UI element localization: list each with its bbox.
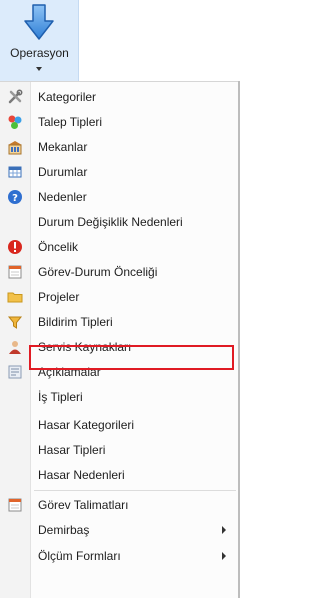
highlight-annotation-box: [29, 345, 234, 370]
folder-icon: [7, 292, 23, 303]
menu-item-label: Ölçüm Formları: [38, 549, 121, 563]
arrow-down-icon: [24, 4, 54, 40]
note-icon: [8, 365, 22, 379]
menu-item-gorev-durum-onceligi[interactable]: Görev-Durum Önceliği: [0, 261, 236, 283]
menu-item-hasar-kategorileri[interactable]: Hasar Kategorileri: [0, 414, 236, 436]
person-icon: [9, 341, 21, 354]
menu-item-olcum-formlari[interactable]: Ölçüm Formları: [0, 545, 236, 567]
svg-text:?: ?: [12, 193, 18, 204]
menu-item-label: Bildirim Tipleri: [38, 315, 113, 329]
menu-item-label: Demirbaş: [38, 523, 90, 537]
menu-shadow-border: [238, 81, 240, 598]
calendar-icon: [8, 265, 22, 279]
menu-item-demirbas[interactable]: Demirbaş: [0, 519, 236, 541]
help-icon: ?: [8, 190, 22, 204]
menu-item-is-tipleri[interactable]: İş Tipleri: [0, 386, 236, 408]
menu-separator: [34, 490, 236, 491]
menu-item-hasar-tipleri[interactable]: Hasar Tipleri: [0, 439, 236, 461]
menu-item-oncelik[interactable]: Öncelik: [0, 236, 236, 258]
menu-item-kategoriler[interactable]: Kategoriler: [0, 86, 236, 108]
menu-item-label: Hasar Kategorileri: [38, 418, 135, 432]
menu-item-label: Hasar Nedenleri: [38, 468, 125, 482]
menu-item-label: Mekanlar: [38, 140, 88, 154]
submenu-arrow-icon: [222, 526, 226, 534]
building-icon: [8, 141, 22, 155]
menu-item-mekanlar[interactable]: Mekanlar: [0, 136, 236, 158]
menu-item-hasar-nedenleri[interactable]: Hasar Nedenleri: [0, 464, 236, 486]
menu-item-talep-tipleri[interactable]: Talep Tipleri: [0, 111, 236, 133]
funnel-icon: [7, 316, 23, 329]
menu-item-label: Projeler: [38, 290, 80, 304]
menu-item-label: Hasar Tipleri: [38, 443, 106, 457]
shapes-icon: [8, 115, 22, 129]
operasyon-label: Operasyon: [10, 46, 69, 60]
menu-item-label: Durumlar: [38, 165, 88, 179]
exclamation-icon: [8, 240, 22, 254]
menu-item-label: Nedenler: [38, 190, 87, 204]
operasyon-dropdown-menu: Kategoriler Talep Tipleri Mekanlar Durum…: [0, 81, 240, 598]
menu-item-label: Talep Tipleri: [38, 115, 103, 129]
list-icon: [8, 498, 22, 512]
menu-item-label: İş Tipleri: [38, 390, 83, 404]
dropdown-caret-icon: [36, 67, 42, 71]
menu-item-durum-degisiklik-nedenleri[interactable]: Durum Değişiklik Nedenleri: [0, 211, 236, 233]
menu-item-gorev-talimatlari[interactable]: Görev Talimatları: [0, 494, 236, 516]
menu-item-nedenler[interactable]: ? Nedenler: [0, 186, 236, 208]
menu-item-label: Görev-Durum Önceliği: [38, 265, 158, 279]
operasyon-ribbon-button[interactable]: Operasyon: [0, 0, 79, 81]
menu-item-label: Öncelik: [38, 240, 79, 254]
tools-icon: [8, 89, 23, 104]
menu-item-projeler[interactable]: Projeler: [0, 286, 236, 308]
submenu-arrow-icon: [222, 552, 226, 560]
menu-item-durumlar[interactable]: Durumlar: [0, 161, 236, 183]
menu-item-label: Kategoriler: [38, 90, 97, 104]
table-icon: [8, 166, 22, 178]
menu-item-label: Durum Değişiklik Nedenleri: [38, 215, 183, 229]
menu-item-bildirim-tipleri[interactable]: Bildirim Tipleri: [0, 311, 236, 333]
menu-item-label: Görev Talimatları: [38, 498, 129, 512]
